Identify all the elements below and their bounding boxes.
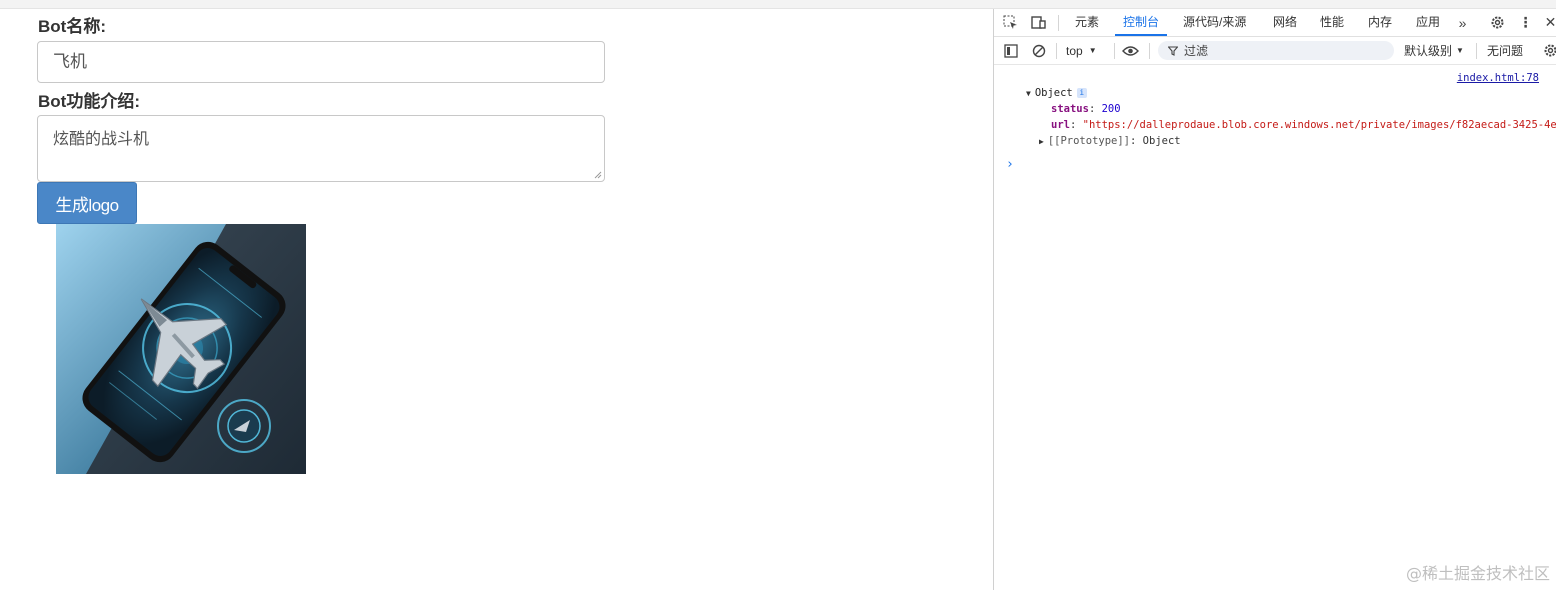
bot-description-label: Bot功能介绍: (38, 92, 140, 111)
toolbar-separator (1056, 43, 1057, 59)
console-settings-gear-icon[interactable] (1542, 42, 1556, 59)
dropdown-arrow-icon: ▼ (1088, 46, 1097, 55)
info-icon[interactable]: i (1076, 88, 1087, 98)
object-property-url: url: "https://dalleprodaue.blob.core.win… (1051, 119, 1556, 131)
page-content: Bot名称: 飞机 Bot功能介绍: 炫酷的战斗机 生成logo (0, 9, 993, 590)
inspect-element-icon[interactable] (1002, 14, 1019, 31)
live-expression-eye-icon[interactable] (1122, 42, 1139, 59)
property-value: Object (1142, 135, 1181, 147)
tab-sources[interactable]: 源代码/来源 (1183, 9, 1246, 36)
tab-console[interactable]: 控制台 (1114, 9, 1168, 36)
colon: : (1130, 135, 1143, 147)
devtools-panel: 元素 控制台 源代码/来源 网络 性能 内存 应用 » ⋮ ✕ top ▼ 过滤… (993, 9, 1556, 590)
tab-application[interactable]: 应用 (1416, 9, 1440, 36)
bot-name-input[interactable]: 飞机 (37, 41, 605, 83)
generate-logo-button[interactable]: 生成logo (37, 182, 137, 224)
dropdown-arrow-icon: ▼ (1456, 46, 1464, 55)
tab-performance[interactable]: 性能 (1320, 9, 1344, 36)
property-key: [[Prototype]] (1047, 135, 1131, 147)
more-tabs-icon[interactable]: » (1454, 14, 1471, 31)
resize-grip-icon[interactable] (594, 171, 602, 179)
phone-jet-illustration (56, 224, 306, 474)
tab-elements[interactable]: 元素 (1075, 9, 1099, 36)
filter-funnel-icon (1168, 45, 1178, 56)
close-devtools-icon[interactable]: ✕ (1542, 14, 1556, 31)
console-prompt-chevron-icon[interactable]: › (1006, 157, 1014, 172)
log-levels-value: 默认级别 (1404, 44, 1453, 58)
devtools-tab-bar: 元素 控制台 源代码/来源 网络 性能 内存 应用 » ⋮ ✕ (994, 9, 1556, 37)
log-levels-dropdown[interactable]: 默认级别 ▼ (1404, 42, 1464, 59)
toolbar-separator (1149, 43, 1150, 59)
property-key: status (1051, 103, 1089, 115)
object-label: Object (1034, 87, 1073, 99)
kebab-menu-icon[interactable]: ⋮ (1517, 14, 1534, 31)
context-selector[interactable]: top ▼ (1066, 42, 1097, 59)
context-selector-value: top (1066, 43, 1083, 58)
filter-placeholder: 过滤 (1184, 44, 1209, 58)
console-filter-input[interactable]: 过滤 (1158, 41, 1394, 60)
clear-console-icon[interactable] (1030, 42, 1047, 59)
property-value: "https://dalleprodaue.blob.core.windows.… (1082, 119, 1556, 131)
object-property-status: status: 200 (1051, 103, 1121, 115)
device-toolbar-icon[interactable] (1030, 14, 1047, 31)
bot-description-textarea[interactable]: 炫酷的战斗机 (37, 115, 605, 182)
log-object-row[interactable]: ▼ Object i (1026, 87, 1087, 99)
bot-name-label: Bot名称: (38, 17, 106, 36)
issues-counter[interactable]: 无问题 (1487, 42, 1523, 59)
colon: : (1069, 119, 1083, 131)
bot-description-text: 炫酷的战斗机 (53, 129, 150, 148)
tab-memory[interactable]: 内存 (1368, 9, 1392, 36)
property-key: url (1051, 119, 1070, 131)
sidebar-toggle-icon[interactable] (1002, 42, 1019, 59)
console-toolbar: top ▼ 过滤 默认级别 ▼ 无问题 (994, 37, 1556, 65)
property-value: 200 (1101, 103, 1121, 115)
object-property-prototype[interactable]: ▶ [[Prototype]]: Object (1039, 135, 1181, 147)
toolbar-separator (1476, 43, 1477, 59)
collapse-triangle-icon[interactable]: ▶ (1039, 137, 1044, 146)
tab-separator (1058, 15, 1059, 31)
colon: : (1088, 103, 1102, 115)
toolbar-separator (1114, 43, 1115, 59)
tab-network[interactable]: 网络 (1273, 9, 1297, 36)
generated-logo-image (56, 224, 306, 474)
source-location-link[interactable]: index.html:78 (1457, 72, 1539, 84)
watermark: @稀土掘金技术社区 (1405, 564, 1550, 583)
browser-top-strip (0, 0, 1556, 9)
expand-triangle-icon[interactable]: ▼ (1026, 89, 1031, 98)
settings-gear-icon[interactable] (1489, 14, 1506, 31)
